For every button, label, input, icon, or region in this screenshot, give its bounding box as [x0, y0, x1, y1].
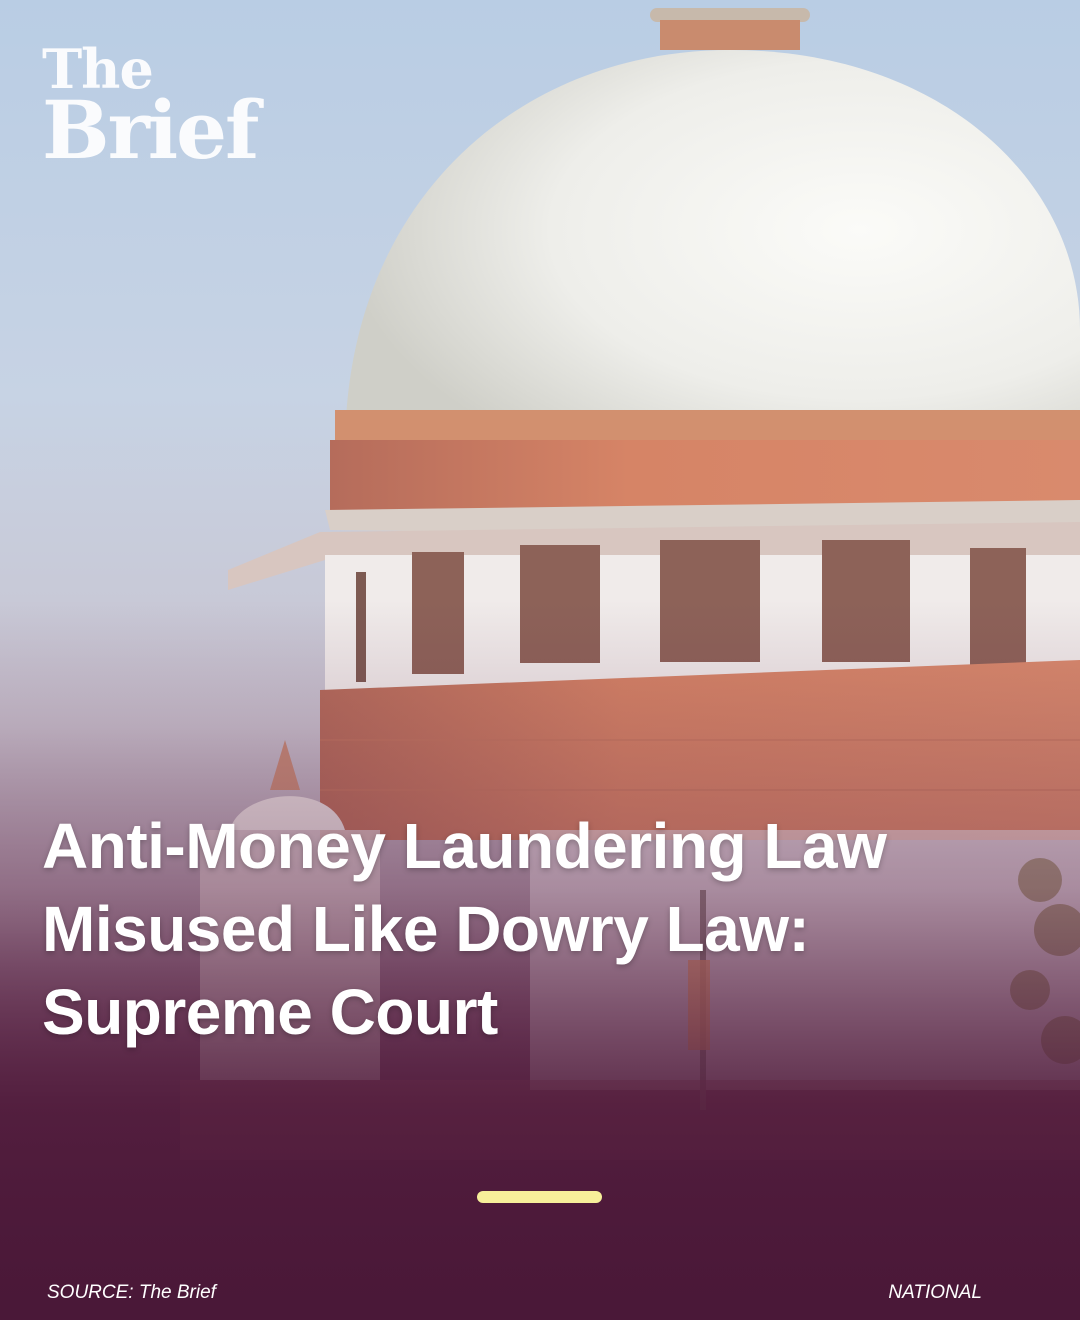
source-label: SOURCE: The Brief	[47, 1282, 216, 1303]
logo-line-brief: Brief	[42, 83, 259, 177]
headline-line-2: Misused Like Dowry Law:	[42, 893, 810, 965]
brand-logo: The Brief	[42, 42, 259, 177]
slide-indicator	[477, 1191, 602, 1203]
headline-line-3: Supreme Court	[42, 976, 498, 1048]
news-card: The Brief Anti-Money Laundering Law Misu…	[0, 0, 1080, 1320]
headline-line-1: Anti-Money Laundering Law	[42, 810, 887, 882]
category-label: NATIONAL	[888, 1282, 982, 1303]
headline: Anti-Money Laundering Law Misused Like D…	[42, 805, 1042, 1054]
